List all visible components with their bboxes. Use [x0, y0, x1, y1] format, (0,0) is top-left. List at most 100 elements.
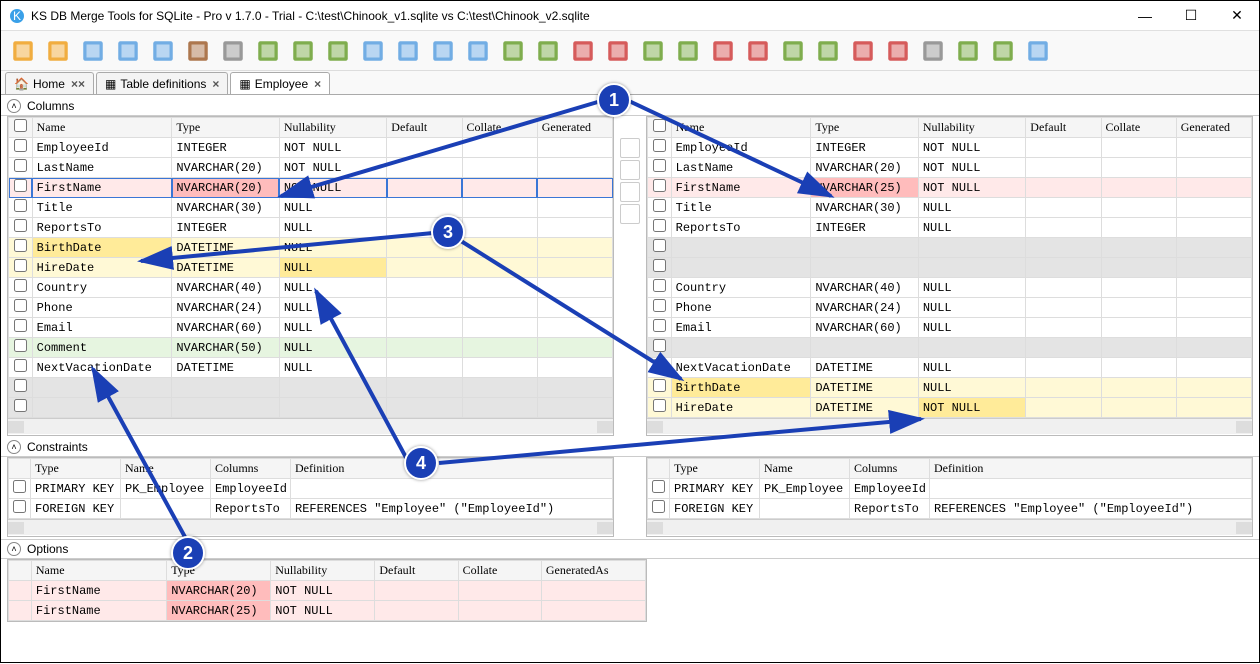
toolbar-button[interactable]: [567, 35, 599, 67]
toolbar-button[interactable]: [707, 35, 739, 67]
table-row[interactable]: Country NVARCHAR(40) NULL: [648, 278, 1252, 298]
row-checkbox[interactable]: [653, 379, 666, 392]
table-row[interactable]: Title NVARCHAR(30) NULL: [648, 198, 1252, 218]
close-icon[interactable]: ×: [314, 77, 321, 91]
horizontal-scrollbar[interactable]: [8, 519, 613, 535]
table-row[interactable]: EmployeeId INTEGER NOT NULL: [9, 138, 613, 158]
columns-grid-right[interactable]: NameTypeNullability DefaultCollateGenera…: [646, 116, 1253, 436]
select-all-checkbox[interactable]: [14, 119, 27, 132]
row-checkbox[interactable]: [14, 239, 27, 252]
row-checkbox[interactable]: [14, 359, 27, 372]
row-checkbox[interactable]: [14, 219, 27, 232]
close-button[interactable]: ✕: [1223, 7, 1251, 24]
row-checkbox[interactable]: [14, 299, 27, 312]
table-row[interactable]: Country NVARCHAR(40) NULL: [9, 278, 613, 298]
row-checkbox[interactable]: [653, 219, 666, 232]
close-icon[interactable]: ××: [71, 77, 85, 91]
select-all-checkbox[interactable]: [653, 119, 666, 132]
table-row[interactable]: HireDate DATETIME NOT NULL: [648, 398, 1252, 418]
sync-icon[interactable]: [620, 182, 640, 202]
toolbar-button[interactable]: [462, 35, 494, 67]
toolbar-button[interactable]: [322, 35, 354, 67]
table-row[interactable]: ReportsTo INTEGER NULL: [648, 218, 1252, 238]
table-row[interactable]: PRIMARY KEYPK_EmployeeEmployeeId: [648, 479, 1252, 499]
toolbar-button[interactable]: [357, 35, 389, 67]
toolbar-button[interactable]: [847, 35, 879, 67]
table-row[interactable]: HireDate DATETIME NULL: [9, 258, 613, 278]
toolbar-button[interactable]: [637, 35, 669, 67]
row-checkbox[interactable]: [653, 359, 666, 372]
horizontal-scrollbar[interactable]: [8, 418, 613, 434]
toolbar-button[interactable]: [777, 35, 809, 67]
table-row[interactable]: FirstNameNVARCHAR(20)NOT NULL: [9, 581, 646, 601]
tab-employee[interactable]: ▦Employee×: [230, 72, 330, 94]
table-row[interactable]: Comment NVARCHAR(50) NULL: [9, 338, 613, 358]
row-checkbox[interactable]: [14, 199, 27, 212]
tab-home[interactable]: 🏠Home××: [5, 72, 94, 94]
row-checkbox[interactable]: [14, 319, 27, 332]
toolbar-button[interactable]: [112, 35, 144, 67]
table-row[interactable]: EmployeeId INTEGER NOT NULL: [648, 138, 1252, 158]
row-checkbox[interactable]: [653, 139, 666, 152]
row-checkbox[interactable]: [653, 159, 666, 172]
toolbar-button[interactable]: [812, 35, 844, 67]
row-checkbox[interactable]: [14, 339, 27, 352]
toolbar-button[interactable]: [1022, 35, 1054, 67]
close-icon[interactable]: ×: [212, 77, 219, 91]
toolbar-button[interactable]: [882, 35, 914, 67]
row-checkbox[interactable]: [14, 259, 27, 272]
toolbar-button[interactable]: [532, 35, 564, 67]
row-checkbox[interactable]: [653, 299, 666, 312]
table-row[interactable]: FOREIGN KEYReportsToREFERENCES "Employee…: [648, 499, 1252, 519]
constraints-grid-left[interactable]: TypeNameColumnsDefinitionPRIMARY KEYPK_E…: [7, 457, 614, 537]
toolbar-button[interactable]: [77, 35, 109, 67]
toolbar-button[interactable]: [917, 35, 949, 67]
table-row[interactable]: Title NVARCHAR(30) NULL: [9, 198, 613, 218]
toolbar-button[interactable]: [217, 35, 249, 67]
table-row[interactable]: BirthDate DATETIME NULL: [648, 378, 1252, 398]
toolbar-button[interactable]: [952, 35, 984, 67]
toolbar-button[interactable]: [42, 35, 74, 67]
collapse-icon[interactable]: ˄: [7, 99, 21, 113]
sync-icon[interactable]: [620, 160, 640, 180]
toolbar-button[interactable]: [672, 35, 704, 67]
table-row[interactable]: FirstNameNVARCHAR(25)NOT NULL: [9, 601, 646, 621]
table-row[interactable]: FirstName NVARCHAR(25) NOT NULL: [648, 178, 1252, 198]
toolbar-button[interactable]: [392, 35, 424, 67]
table-row[interactable]: FirstName NVARCHAR(20) NOT NULL: [9, 178, 613, 198]
table-row[interactable]: PRIMARY KEYPK_EmployeeEmployeeId: [9, 479, 613, 499]
collapse-icon[interactable]: ˄: [7, 542, 21, 556]
table-row[interactable]: Email NVARCHAR(60) NULL: [648, 318, 1252, 338]
table-row[interactable]: Phone NVARCHAR(24) NULL: [648, 298, 1252, 318]
row-checkbox[interactable]: [653, 199, 666, 212]
table-row[interactable]: Phone NVARCHAR(24) NULL: [9, 298, 613, 318]
toolbar-button[interactable]: [287, 35, 319, 67]
row-checkbox[interactable]: [14, 159, 27, 172]
maximize-button[interactable]: ☐: [1177, 7, 1205, 24]
table-row[interactable]: FOREIGN KEYReportsToREFERENCES "Employee…: [9, 499, 613, 519]
row-checkbox[interactable]: [14, 139, 27, 152]
row-checkbox[interactable]: [653, 279, 666, 292]
toolbar-button[interactable]: [252, 35, 284, 67]
sync-icon[interactable]: [620, 138, 640, 158]
row-checkbox[interactable]: [653, 319, 666, 332]
horizontal-scrollbar[interactable]: [647, 418, 1252, 434]
row-checkbox[interactable]: [14, 279, 27, 292]
sync-icon[interactable]: [620, 204, 640, 224]
table-row[interactable]: NextVacationDate DATETIME NULL: [9, 358, 613, 378]
table-row[interactable]: Email NVARCHAR(60) NULL: [9, 318, 613, 338]
row-checkbox[interactable]: [14, 179, 27, 192]
tab-table-definitions[interactable]: ▦Table definitions×: [96, 72, 228, 94]
toolbar-button[interactable]: [147, 35, 179, 67]
toolbar-button[interactable]: [602, 35, 634, 67]
toolbar-button[interactable]: [497, 35, 529, 67]
row-checkbox[interactable]: [653, 179, 666, 192]
toolbar-button[interactable]: [7, 35, 39, 67]
toolbar-button[interactable]: [742, 35, 774, 67]
minimize-button[interactable]: —: [1131, 8, 1159, 24]
table-row[interactable]: BirthDate DATETIME NULL: [9, 238, 613, 258]
row-checkbox[interactable]: [653, 399, 666, 412]
table-row[interactable]: ReportsTo INTEGER NULL: [9, 218, 613, 238]
constraints-grid-right[interactable]: TypeNameColumnsDefinitionPRIMARY KEYPK_E…: [646, 457, 1253, 537]
horizontal-scrollbar[interactable]: [647, 519, 1252, 535]
